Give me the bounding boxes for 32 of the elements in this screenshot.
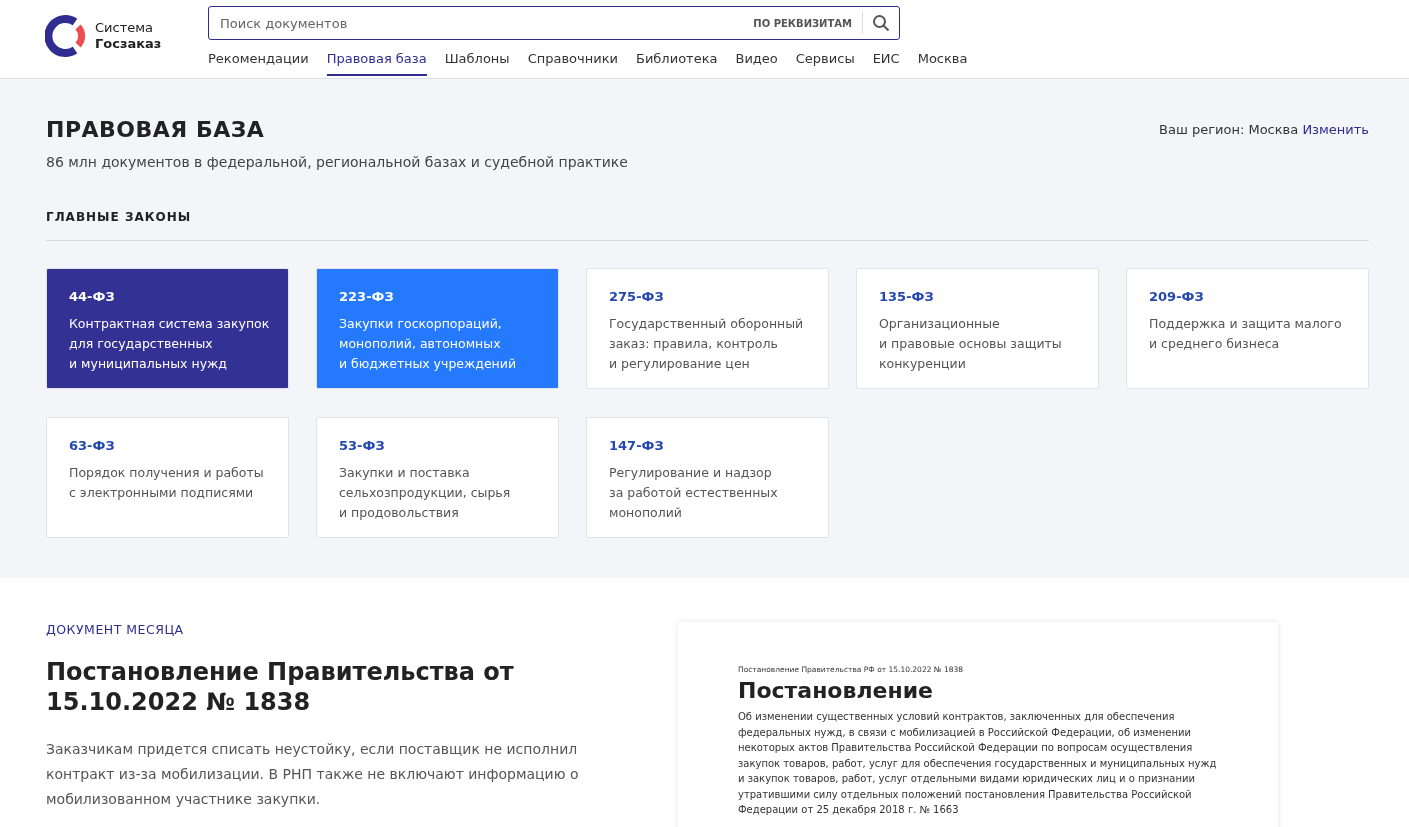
logo-text[interactable]: Система — [95, 20, 162, 36]
document-summary: Заказчикам придется списать неустойку, если поставщик не исполнил контракт из-за мобилизации. В РНП также не включают информацию о мобилизованном участнике закупки. — [46, 740, 580, 809]
law-card[interactable]: 147-ФЗ Регулирование и надзор за работой естественных монополий — [586, 417, 829, 538]
preview-heading: Постановление — [738, 678, 934, 703]
law-card[interactable]: 275-ФЗ Государственный оборонный заказ: правила, контроль и регулирование цен — [586, 268, 829, 389]
nav-tab[interactable]: Правовая база — [326, 51, 427, 76]
law-card[interactable]: 135-ФЗ Организационные и правовые основы защиты конкуренции — [856, 268, 1099, 389]
nav-tab[interactable]: ЕИС — [872, 51, 900, 76]
region-label: Ваш регион: Москва — [1159, 122, 1299, 137]
change-region-link[interactable]: Изменить — [1302, 122, 1369, 137]
logo-text[interactable]: Госзаказ — [95, 36, 162, 52]
nav-tab[interactable]: Рекомендации — [208, 51, 309, 76]
nav-tab[interactable]: Библиотека — [636, 51, 718, 76]
page-title: ПРАВОВАЯ БАЗА — [46, 117, 265, 142]
law-card[interactable]: 53-ФЗ Закупки и поставка сельхозпродукции, сырья и продовольствия — [316, 417, 559, 538]
nav-tab[interactable]: Справочники — [527, 51, 618, 76]
nav-tab[interactable]: Москва — [917, 51, 968, 76]
section-heading: ГЛАВНЫЕ ЗАКОНЫ — [46, 210, 193, 224]
law-card[interactable]: 63-ФЗ Порядок получения и работы с электронными подписями — [46, 417, 289, 538]
nav-tab[interactable]: Сервисы — [795, 51, 855, 76]
document-title[interactable]: Постановление Правительства от 15.10.2022 № 1838 — [46, 657, 646, 717]
nav-tab[interactable]: Видео — [735, 51, 778, 76]
page-subtitle: 86 млн документов в федеральной, региональной базах и судебной практике — [46, 154, 629, 170]
search-icon[interactable] — [872, 14, 890, 32]
preview-text: Об изменении существенных условий контрактов, заключенных для обеспечения федеральных нужд, в связи с мобилизацией в Российской Федерации, об изменении некоторых актов Правительства Российской Федерации по вопросам осуществления закупок товаров, работ, услуг для обеспечения государственных и муниципальных нужд и закупок товаров, работ, услуг отдельными видами юридических лиц и о признании утратившими силу отдельных положений постановления Правительства Российской Федерации от 25 декабря 2018 г. № 1663 — [738, 710, 1218, 817]
law-card[interactable]: 223-ФЗ Закупки госкорпораций, монополий, автономных и бюджетных учреждений — [316, 268, 559, 389]
law-card[interactable]: 44-ФЗ Контрактная система закупок для государственных и муниципальных нужд — [46, 268, 289, 389]
section-label: ДОКУМЕНТ МЕСЯЦА — [46, 622, 185, 637]
nav-tab[interactable]: Шаблоны — [444, 51, 510, 76]
law-card[interactable]: 209-ФЗ Поддержка и защита малого и среднего бизнеса — [1126, 268, 1369, 389]
search-by-details-link[interactable]: ПО РЕКВИЗИТАМ — [753, 17, 862, 29]
search-field[interactable]: Поиск документов ПО РЕКВИЗИТАМ — [208, 6, 900, 40]
